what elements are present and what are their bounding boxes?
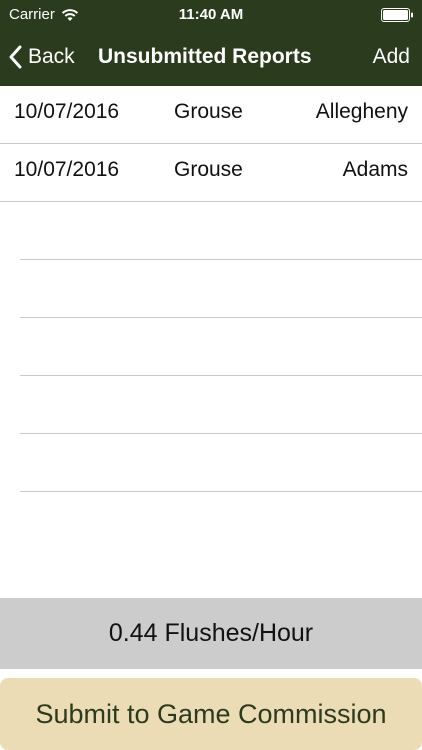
empty-row bbox=[20, 434, 422, 492]
nav-bar: Back Unsubmitted Reports Add bbox=[0, 30, 422, 86]
empty-row bbox=[20, 492, 422, 550]
flush-rate-label: 0.44 Flushes/Hour bbox=[108, 619, 314, 647]
empty-row bbox=[20, 318, 422, 376]
empty-row bbox=[20, 376, 422, 434]
report-row[interactable]: 10/07/2016 Grouse Allegheny bbox=[0, 86, 422, 144]
report-species: Grouse bbox=[174, 158, 243, 181]
add-button[interactable]: Add bbox=[373, 42, 410, 72]
reports-table: 10/07/2016 Grouse Allegheny 10/07/2016 G… bbox=[0, 86, 422, 550]
report-row[interactable]: 10/07/2016 Grouse Adams bbox=[0, 144, 422, 202]
report-date: 10/07/2016 bbox=[14, 100, 120, 123]
report-county: Allegheny bbox=[315, 100, 408, 123]
submit-label: Submit to Game Commission bbox=[35, 698, 387, 729]
status-time: 11:40 AM bbox=[178, 6, 244, 23]
report-date: 10/07/2016 bbox=[14, 158, 120, 181]
battery-icon bbox=[381, 8, 413, 22]
back-button[interactable]: Back bbox=[8, 42, 75, 72]
report-county: Adams bbox=[342, 158, 408, 181]
back-label: Back bbox=[28, 45, 75, 68]
empty-row bbox=[20, 260, 422, 318]
screen: Carrier 11:40 AM Back Unsubmitted Report… bbox=[0, 0, 422, 750]
submit-button[interactable]: Submit to Game Commission bbox=[0, 678, 422, 750]
chevron-left-icon bbox=[9, 45, 22, 69]
empty-row bbox=[20, 202, 422, 260]
page-title: Unsubmitted Reports bbox=[98, 45, 312, 68]
report-species: Grouse bbox=[174, 100, 243, 123]
top-bar: Carrier 11:40 AM Back Unsubmitted Report… bbox=[0, 0, 422, 86]
flush-rate-bar: 0.44 Flushes/Hour bbox=[0, 598, 422, 669]
status-bar: Carrier 11:40 AM bbox=[0, 0, 422, 30]
